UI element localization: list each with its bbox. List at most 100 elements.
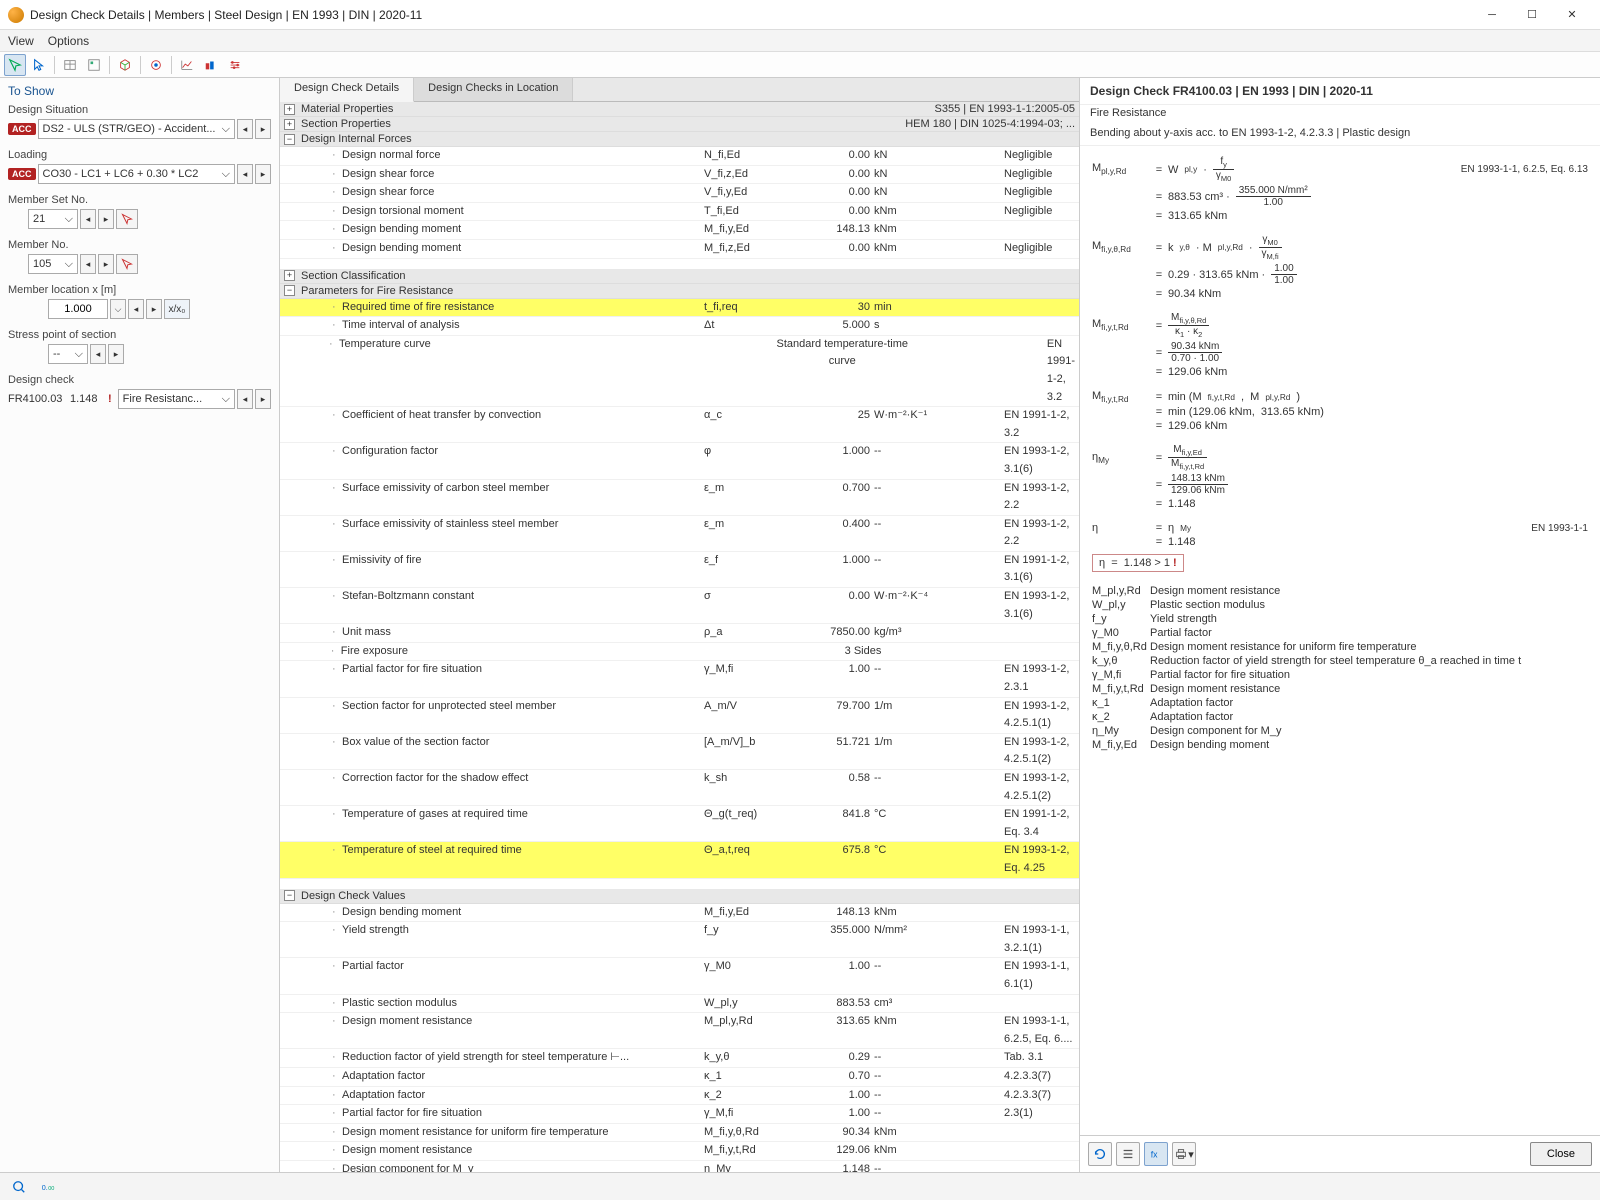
- close-button[interactable]: Close: [1530, 1142, 1592, 1166]
- left-panel: To Show Design Situation ACC DS2 - ULS (…: [0, 78, 280, 1172]
- tool-3d-icon[interactable]: [114, 54, 136, 76]
- data-row: Stefan-Boltzmann constantσ0.00W·m⁻²·K⁻⁴E…: [280, 588, 1079, 624]
- maximize-button[interactable]: ☐: [1512, 0, 1552, 30]
- menu-options[interactable]: Options: [48, 34, 89, 48]
- memberloc-down[interactable]: ⌵: [110, 299, 126, 319]
- window-title: Design Check Details | Members | Steel D…: [30, 8, 1472, 22]
- check-next[interactable]: ▸: [255, 389, 271, 409]
- memberloc-prev[interactable]: ◂: [128, 299, 144, 319]
- right-panel: Design Check FR4100.03 | EN 1993 | DIN |…: [1080, 78, 1600, 1172]
- section-material-properties[interactable]: + Material Properties S355 | EN 1993-1-1…: [280, 102, 1079, 117]
- expand-icon[interactable]: +: [284, 104, 295, 115]
- data-grid[interactable]: + Material Properties S355 | EN 1993-1-1…: [280, 102, 1079, 1172]
- memberno-next[interactable]: ▸: [98, 254, 114, 274]
- data-row: Surface emissivity of carbon steel membe…: [280, 480, 1079, 516]
- data-row: Fire exposure3 Sides: [280, 643, 1079, 662]
- status-help-icon[interactable]: [8, 1176, 30, 1198]
- situation-next[interactable]: ▸: [255, 119, 271, 139]
- stress-label: Stress point of section: [8, 329, 271, 341]
- tool-settings-icon[interactable]: [224, 54, 246, 76]
- right-title: Design Check FR4100.03 | EN 1993 | DIN |…: [1080, 78, 1600, 105]
- check-combo[interactable]: Fire Resistanc...⌵: [118, 389, 235, 409]
- formula-icon[interactable]: fx: [1144, 1142, 1168, 1166]
- minimize-button[interactable]: ─: [1472, 0, 1512, 30]
- check-id: FR4100.03: [8, 393, 68, 405]
- memberloc-next[interactable]: ▸: [146, 299, 162, 319]
- tool-table-icon[interactable]: [59, 54, 81, 76]
- memberset-next[interactable]: ▸: [98, 209, 114, 229]
- stress-next[interactable]: ▸: [108, 344, 124, 364]
- memberloc-xx-icon[interactable]: x/x₀: [164, 299, 190, 319]
- tool-sigma-icon[interactable]: [145, 54, 167, 76]
- legend-row: M_fi,y,EdDesign bending moment: [1092, 738, 1588, 752]
- check-ratio: 1.148: [70, 393, 106, 405]
- close-window-button[interactable]: ✕: [1552, 0, 1592, 30]
- section-classification[interactable]: + Section Classification: [280, 269, 1079, 284]
- tool-chart-icon[interactable]: [176, 54, 198, 76]
- tool-props-icon[interactable]: [83, 54, 105, 76]
- expand-icon[interactable]: +: [284, 119, 295, 130]
- loading-prev[interactable]: ◂: [237, 164, 253, 184]
- result-box: η = 1.148 > 1 !: [1092, 554, 1184, 572]
- tool-select-icon[interactable]: [4, 54, 26, 76]
- collapse-icon[interactable]: −: [284, 134, 295, 145]
- print-icon[interactable]: ▾: [1172, 1142, 1196, 1166]
- check-prev[interactable]: ◂: [237, 389, 253, 409]
- memberno-label: Member No.: [8, 239, 271, 251]
- memberno-pick-icon[interactable]: [116, 254, 138, 274]
- section-fire-params[interactable]: − Parameters for Fire Resistance: [280, 284, 1079, 299]
- legend-row: η_MyDesign component for M_y: [1092, 724, 1588, 738]
- loading-combo[interactable]: CO30 - LC1 + LC6 + 0.30 * LC2⌵: [38, 164, 236, 184]
- loading-next[interactable]: ▸: [255, 164, 271, 184]
- memberset-prev[interactable]: ◂: [80, 209, 96, 229]
- data-row: Design component for M_yη_My1.148--: [280, 1161, 1079, 1172]
- stress-combo[interactable]: --⌵: [48, 344, 88, 364]
- data-row: Partial factor for fire situationγ_M,fi1…: [280, 661, 1079, 697]
- data-row: Adaptation factorκ_21.00--4.2.3.3(7): [280, 1087, 1079, 1106]
- section-internal-forces[interactable]: − Design Internal Forces: [280, 132, 1079, 147]
- memberset-pick-icon[interactable]: [116, 209, 138, 229]
- data-row: Time interval of analysisΔt5.000s: [280, 317, 1079, 336]
- situation-combo[interactable]: DS2 - ULS (STR/GEO) - Accident...⌵: [38, 119, 236, 139]
- right-sub1: Fire Resistance: [1080, 105, 1600, 125]
- refresh-icon[interactable]: [1088, 1142, 1112, 1166]
- section-check-values[interactable]: − Design Check Values: [280, 889, 1079, 904]
- data-row: Design torsional momentT_fi,Ed0.00kNmNeg…: [280, 203, 1079, 222]
- status-bar: 0.00: [0, 1172, 1600, 1200]
- list-icon[interactable]: [1116, 1142, 1140, 1166]
- data-row: Correction factor for the shadow effectk…: [280, 770, 1079, 806]
- expand-icon[interactable]: +: [284, 270, 295, 281]
- data-row: Plastic section modulusW_pl,y883.53cm³: [280, 995, 1079, 1014]
- data-row: Reduction factor of yield strength for s…: [280, 1049, 1079, 1068]
- section-section-properties[interactable]: + Section Properties HEM 180 | DIN 1025-…: [280, 117, 1079, 132]
- stress-prev[interactable]: ◂: [90, 344, 106, 364]
- memberno-spin[interactable]: 105⌵: [28, 254, 78, 274]
- menu-bar: View Options: [0, 30, 1600, 52]
- memberloc-input[interactable]: [48, 299, 108, 319]
- data-row: Design normal forceN_fi,Ed0.00kNNegligib…: [280, 147, 1079, 166]
- legend: M_pl,y,RdDesign moment resistanceW_pl,yP…: [1092, 584, 1588, 752]
- tool-cursor-icon[interactable]: [28, 54, 50, 76]
- situation-prev[interactable]: ◂: [237, 119, 253, 139]
- status-units-icon[interactable]: 0.00: [38, 1176, 60, 1198]
- svg-text:fx: fx: [1151, 1150, 1158, 1160]
- memberno-prev[interactable]: ◂: [80, 254, 96, 274]
- collapse-icon[interactable]: −: [284, 890, 295, 901]
- tab-location[interactable]: Design Checks in Location: [414, 78, 573, 101]
- svg-text:0.: 0.: [42, 1183, 48, 1192]
- collapse-icon[interactable]: −: [284, 285, 295, 296]
- check-fail-icon: !: [108, 393, 112, 405]
- right-sub2: Bending about y-axis acc. to EN 1993-1-2…: [1080, 125, 1600, 146]
- situation-badge: ACC: [8, 123, 36, 135]
- window-titlebar: Design Check Details | Members | Steel D…: [0, 0, 1600, 30]
- tabs: Design Check Details Design Checks in Lo…: [280, 78, 1079, 102]
- memberset-spin[interactable]: 21⌵: [28, 209, 78, 229]
- memberloc-label: Member location x [m]: [8, 284, 271, 296]
- data-row: Emissivity of fireε_f1.000--EN 1991-1-2,…: [280, 552, 1079, 588]
- tool-gauge-icon[interactable]: [200, 54, 222, 76]
- app-icon: [8, 7, 24, 23]
- menu-view[interactable]: View: [8, 34, 34, 48]
- right-bottom-bar: fx ▾ Close: [1080, 1135, 1600, 1172]
- tab-details[interactable]: Design Check Details: [280, 78, 414, 102]
- data-row: Required time of fire resistancet_fi,req…: [280, 299, 1079, 318]
